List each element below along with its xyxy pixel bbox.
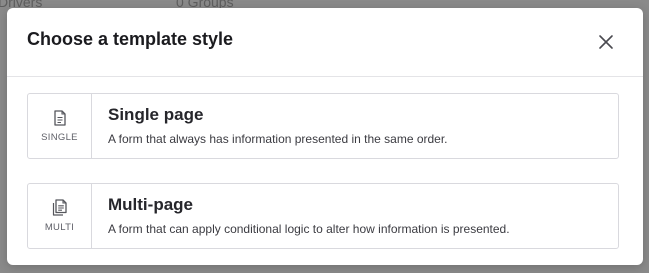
- modal-header: Choose a template style: [7, 8, 643, 77]
- option-icon-box: MULTI: [28, 184, 92, 248]
- option-title: Multi-page: [108, 195, 193, 214]
- close-icon: [599, 35, 613, 49]
- option-body: Multi-page A form that can apply conditi…: [92, 184, 510, 248]
- option-description: A form that can apply conditional logic …: [108, 222, 510, 236]
- single-page-option[interactable]: SINGLE Single page A form that always ha…: [27, 93, 619, 159]
- option-icon-box: SINGLE: [28, 94, 92, 158]
- option-body: Single page A form that always has infor…: [92, 94, 448, 158]
- template-style-modal: Choose a template style SINGLE Single pa…: [7, 8, 643, 265]
- close-button[interactable]: [597, 33, 615, 51]
- option-description: A form that always has information prese…: [108, 132, 448, 146]
- multi-page-option[interactable]: MULTI Multi-page A form that can apply c…: [27, 183, 619, 249]
- option-title: Single page: [108, 105, 204, 124]
- modal-title: Choose a template style: [27, 29, 234, 49]
- option-tag: MULTI: [44, 222, 75, 233]
- document-icon: [53, 109, 66, 126]
- option-tag: SINGLE: [41, 131, 78, 143]
- documents-stack-icon: [52, 199, 67, 216]
